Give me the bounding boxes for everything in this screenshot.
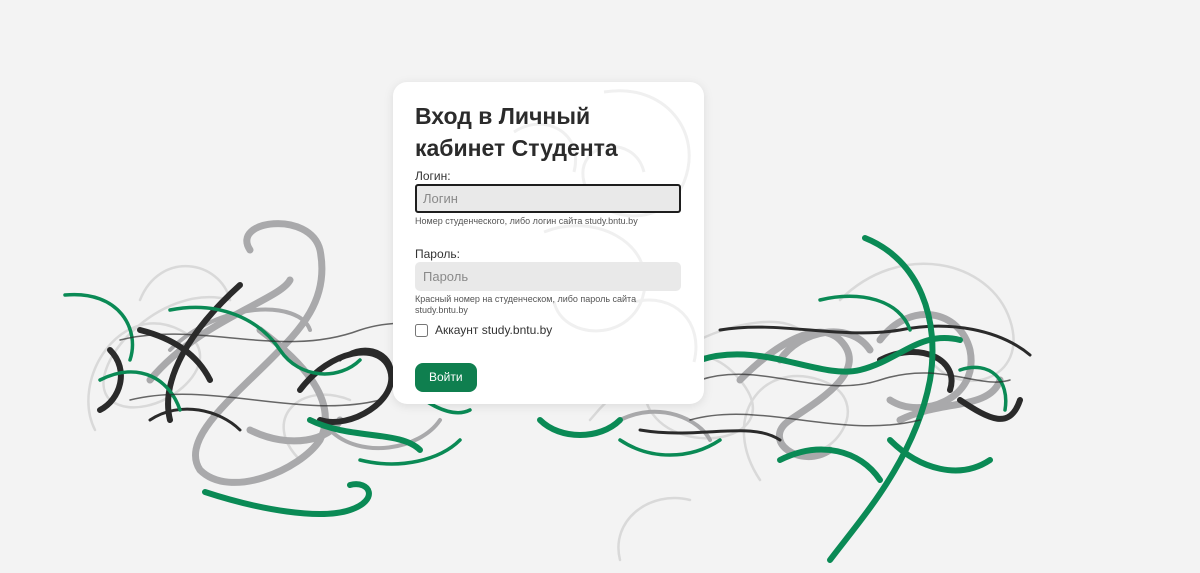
- login-page: Вход в Личный кабинет Студента Логин: Но…: [0, 0, 1200, 573]
- login-hint: Номер студенческого, либо логин сайта st…: [415, 216, 638, 226]
- login-input[interactable]: [415, 184, 681, 213]
- password-label: Пароль:: [415, 247, 460, 261]
- study-account-checkbox[interactable]: [415, 323, 428, 337]
- password-input[interactable]: [415, 262, 681, 291]
- login-button[interactable]: Войти: [415, 363, 477, 392]
- password-hint: Красный номер на студенческом, либо паро…: [415, 294, 637, 315]
- login-label: Логин:: [415, 169, 451, 183]
- page-title: Вход в Личный кабинет Студента: [415, 103, 618, 161]
- login-card: Вход в Личный кабинет Студента Логин: Но…: [393, 82, 704, 404]
- study-account-label[interactable]: Аккаунт study.bntu.by: [435, 323, 552, 337]
- study-account-option: Аккаунт study.bntu.by: [415, 323, 682, 337]
